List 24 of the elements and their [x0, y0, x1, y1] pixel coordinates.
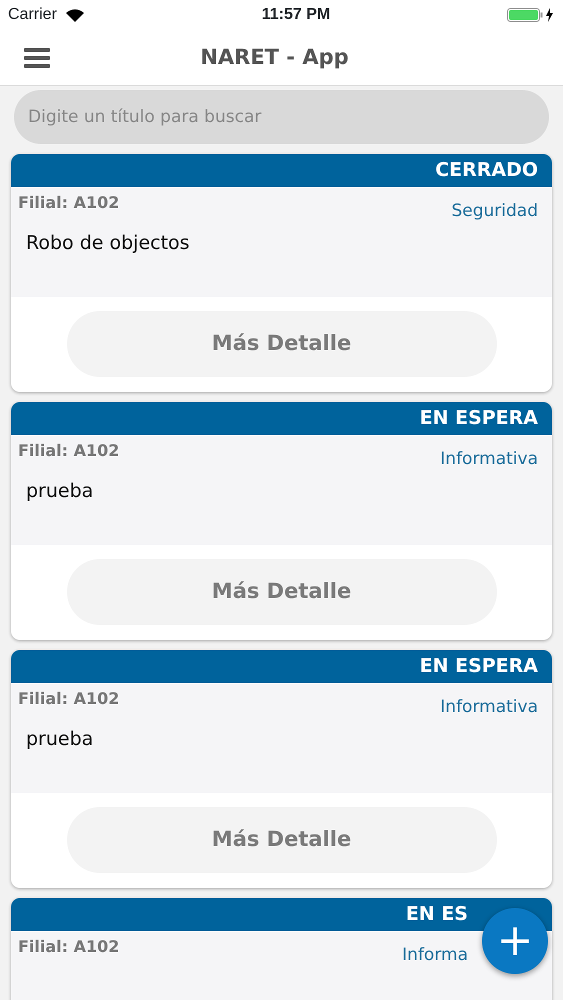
details-button[interactable]: Más Detalle: [66, 807, 496, 873]
wifi-icon: [64, 8, 85, 22]
time-label: 11:57 PM: [262, 5, 330, 25]
report-title: prueba: [26, 478, 94, 504]
status-label: EN ESPERA: [11, 402, 552, 435]
report-title: prueba: [26, 726, 94, 752]
search-field[interactable]: Digite un título para buscar: [14, 90, 549, 144]
details-button[interactable]: Más Detalle: [66, 559, 496, 625]
branch-label: Filial: A102: [18, 936, 120, 958]
menu-button[interactable]: [24, 46, 50, 70]
category-label: Seguridad: [451, 200, 538, 223]
carrier-label: Carrier: [8, 5, 57, 25]
category-label: Informativa: [440, 696, 538, 719]
category-label: Informa: [402, 944, 468, 967]
battery-icon: [507, 7, 555, 23]
category-label: Informativa: [440, 448, 538, 471]
report-title: Robo de objectos: [26, 230, 191, 256]
branch-label: Filial: A102: [18, 688, 120, 710]
status-label: CERRADO: [11, 154, 552, 187]
details-button[interactable]: Más Detalle: [66, 311, 496, 377]
app-title: NARET - App: [200, 44, 349, 69]
status-label: EN ESPERA: [11, 650, 552, 683]
branch-label: Filial: A102: [18, 440, 120, 462]
branch-label: Filial: A102: [18, 192, 120, 214]
